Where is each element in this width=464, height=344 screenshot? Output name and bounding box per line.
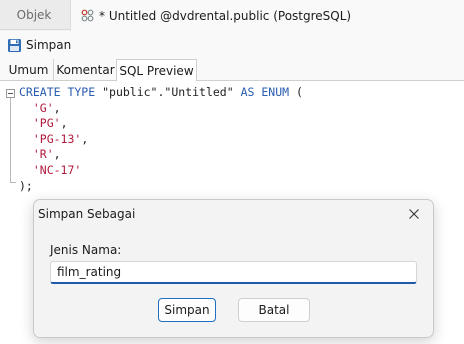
dialog-title: Simpan Sebagai — [38, 207, 136, 221]
sql-text: , — [81, 131, 89, 146]
document-tab-strip: Objek * Untitled @dvdrental.public (Post… — [0, 0, 464, 31]
code-line: 'R', — [19, 147, 303, 163]
tab-untitled-label: * Untitled @dvdrental.public (PostgreSQL… — [99, 8, 352, 23]
tab-objek-label: Objek — [16, 8, 52, 22]
save-as-dialog: Simpan Sebagai Jenis Nama: Simpan Batal — [33, 199, 434, 338]
code-line: 'PG-13', — [19, 132, 303, 148]
sql-code: CREATE TYPE "public"."Untitled" AS ENUM … — [19, 85, 303, 194]
sql-keyword: AS ENUM — [240, 85, 290, 99]
fold-collapse-icon[interactable] — [6, 89, 15, 98]
sub-tab-bar: Umum Komentar SQL Preview — [0, 59, 464, 82]
tab-umum[interactable]: Umum — [4, 59, 54, 81]
sql-string: 'R' — [32, 147, 54, 162]
sql-text: ); — [19, 178, 33, 193]
sql-text: , — [53, 147, 61, 162]
code-line: 'G', — [19, 101, 303, 117]
tab-komentar[interactable]: Komentar — [55, 59, 116, 81]
tab-untitled[interactable]: * Untitled @dvdrental.public (PostgreSQL… — [70, 0, 464, 31]
sql-string: 'PG-13' — [32, 131, 82, 146]
code-line: CREATE TYPE "public"."Untitled" AS ENUM … — [19, 85, 303, 101]
code-line: ); — [19, 179, 303, 195]
sql-text: , — [53, 100, 61, 115]
tab-objek[interactable]: Objek — [0, 0, 68, 30]
code-line: 'PG', — [19, 116, 303, 132]
code-line: 'NC-17' — [19, 163, 303, 179]
sql-text: , — [60, 116, 68, 131]
fold-guide-line — [10, 98, 11, 183]
sql-text: "public"."Untitled" — [102, 85, 241, 99]
save-dialog-button[interactable]: Simpan — [158, 298, 216, 322]
name-input[interactable] — [50, 261, 417, 284]
tab-umum-label: Umum — [8, 63, 49, 77]
sql-string: 'PG' — [32, 116, 61, 131]
toolbar: Simpan — [0, 31, 464, 59]
tab-komentar-label: Komentar — [56, 63, 115, 77]
tab-sql-preview[interactable]: SQL Preview — [116, 59, 197, 82]
enum-type-icon — [81, 9, 94, 22]
fold-guide-end — [10, 182, 16, 183]
floppy-disk-icon — [7, 38, 22, 53]
tab-sql-preview-label: SQL Preview — [119, 63, 194, 78]
sql-text: ( — [289, 85, 303, 99]
sql-keyword: CREATE TYPE — [19, 85, 103, 99]
close-icon[interactable] — [407, 207, 421, 221]
save-button[interactable]: Simpan — [7, 38, 71, 53]
cancel-button[interactable]: Batal — [238, 298, 310, 322]
sql-string: 'G' — [32, 100, 54, 115]
sql-string: 'NC-17' — [32, 162, 82, 177]
name-field-label: Jenis Nama: — [50, 243, 122, 257]
save-button-label: Simpan — [26, 38, 72, 52]
